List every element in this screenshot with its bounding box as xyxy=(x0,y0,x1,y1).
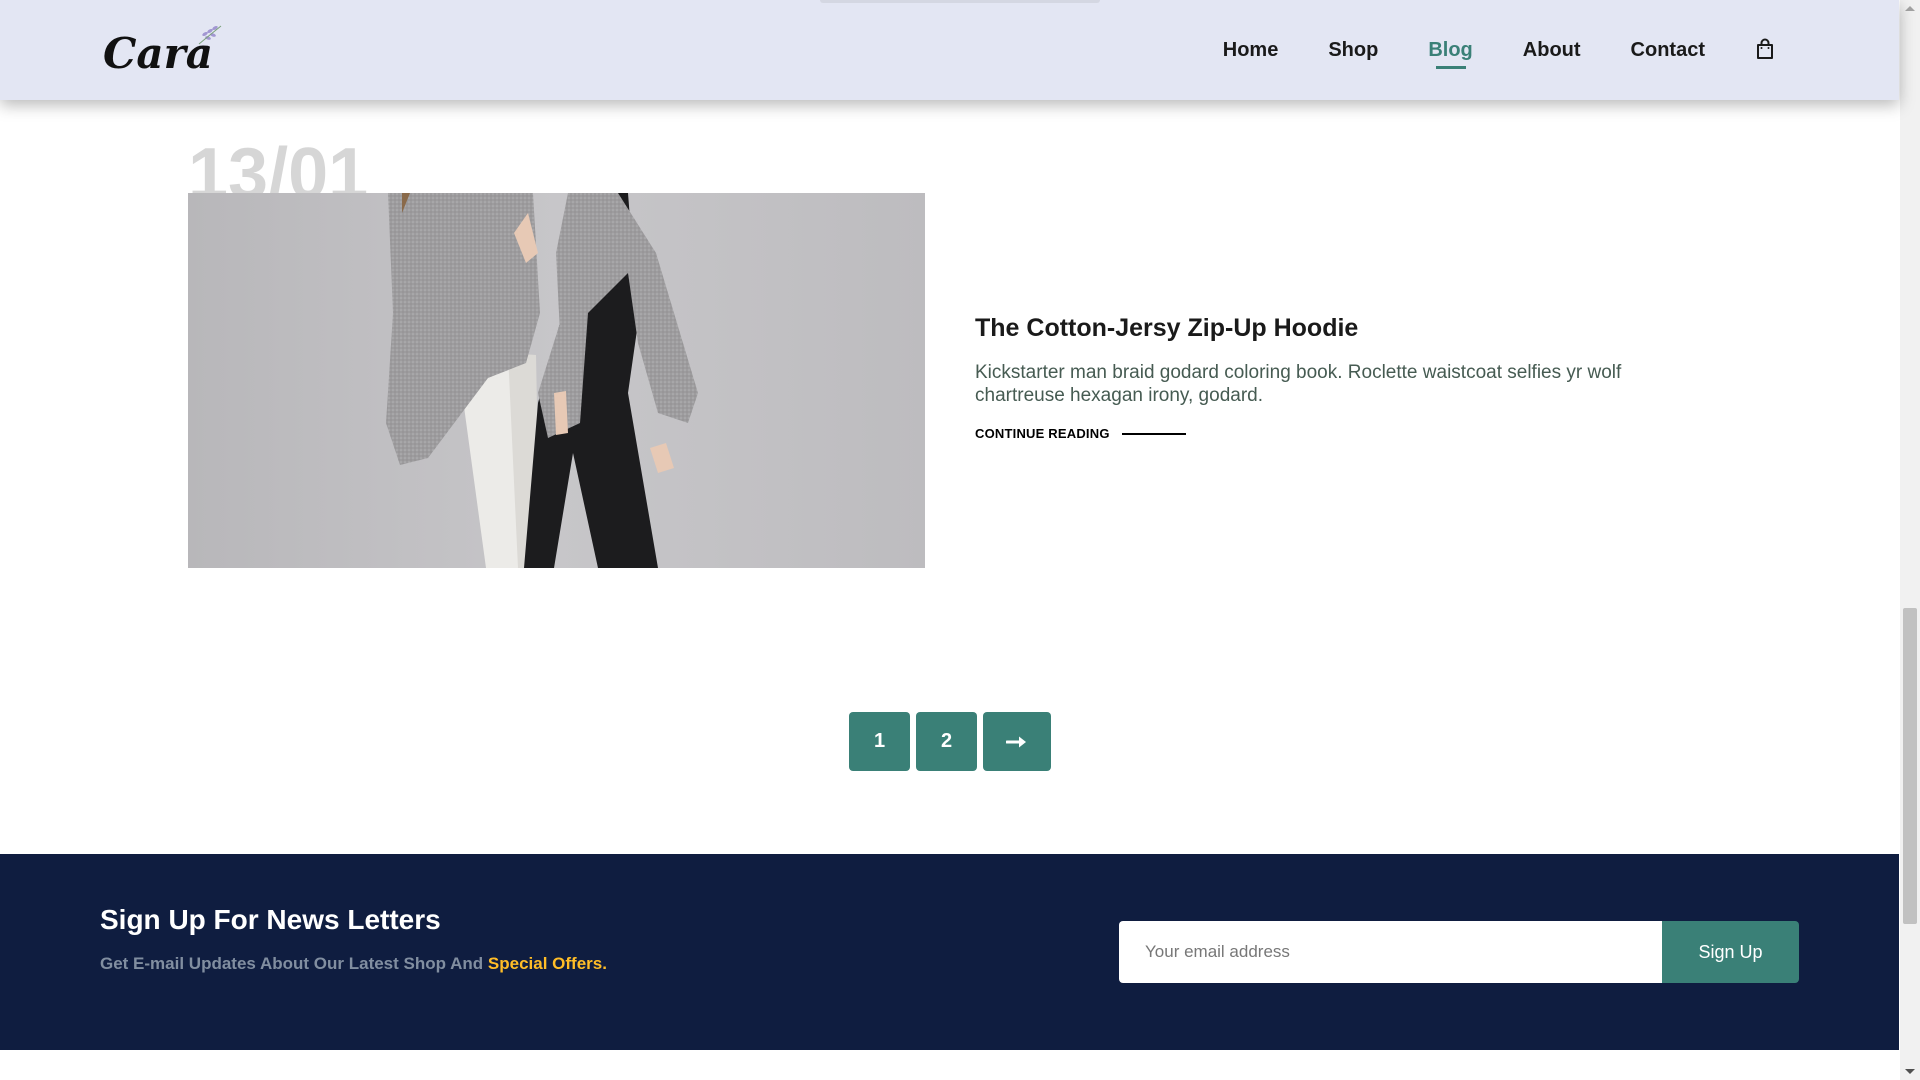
scroll-thumb[interactable] xyxy=(1903,608,1917,924)
newsletter-subtitle-text: Get E-mail Updates About Our Latest Shop… xyxy=(100,954,484,973)
logo-text: Cara xyxy=(103,29,213,78)
header-notch xyxy=(820,0,1100,3)
arrow-right-icon xyxy=(1006,736,1026,747)
logo[interactable]: Cara xyxy=(101,20,231,80)
post-title[interactable]: The Cotton-Jersy Zip-Up Hoodie xyxy=(975,314,1695,343)
continue-reading-link[interactable]: CONTINUE READING xyxy=(975,426,1186,441)
page-1-button[interactable]: 1 xyxy=(849,712,910,771)
main-nav: Home Shop Blog About Contact xyxy=(1173,0,1775,100)
pagination: 1 2 xyxy=(849,712,1051,771)
email-input[interactable] xyxy=(1119,921,1662,983)
newsletter-section: Sign Up For News Letters Get E-mail Upda… xyxy=(0,854,1899,1050)
site-header: Cara Home Shop Blog About Contact xyxy=(0,0,1899,100)
shopping-bag-icon xyxy=(1757,38,1773,59)
post-image[interactable] xyxy=(188,193,925,568)
newsletter-form: Sign Up xyxy=(1119,921,1799,983)
newsletter-subtitle-highlight: Special Offers. xyxy=(487,954,607,973)
post-photo xyxy=(188,193,925,568)
sign-up-button[interactable]: Sign Up xyxy=(1662,921,1799,983)
continue-reading-label: CONTINUE READING xyxy=(975,426,1110,441)
nav-contact[interactable]: Contact xyxy=(1631,39,1705,62)
newsletter-subtitle: Get E-mail Updates About Our Latest Shop… xyxy=(100,954,607,974)
post-content: The Cotton-Jersy Zip-Up Hoodie Kickstart… xyxy=(975,314,1695,443)
nav-home[interactable]: Home xyxy=(1223,39,1279,62)
nav-shop[interactable]: Shop xyxy=(1328,39,1378,62)
scroll-down-arrow-icon[interactable] xyxy=(1905,1069,1915,1074)
post-excerpt: Kickstarter man braid godard coloring bo… xyxy=(975,362,1622,406)
scroll-up-arrow-icon[interactable] xyxy=(1905,6,1915,11)
next-page-button[interactable] xyxy=(983,712,1051,771)
nav-blog[interactable]: Blog xyxy=(1428,39,1472,62)
newsletter-title: Sign Up For News Letters xyxy=(100,904,441,935)
logo-image: Cara xyxy=(103,25,222,78)
page-scrollbar[interactable] xyxy=(1900,0,1920,1080)
page-2-button[interactable]: 2 xyxy=(916,712,977,771)
nav-about[interactable]: About xyxy=(1523,39,1581,62)
continue-reading-line xyxy=(1121,432,1186,435)
cart-link[interactable] xyxy=(1755,38,1775,60)
